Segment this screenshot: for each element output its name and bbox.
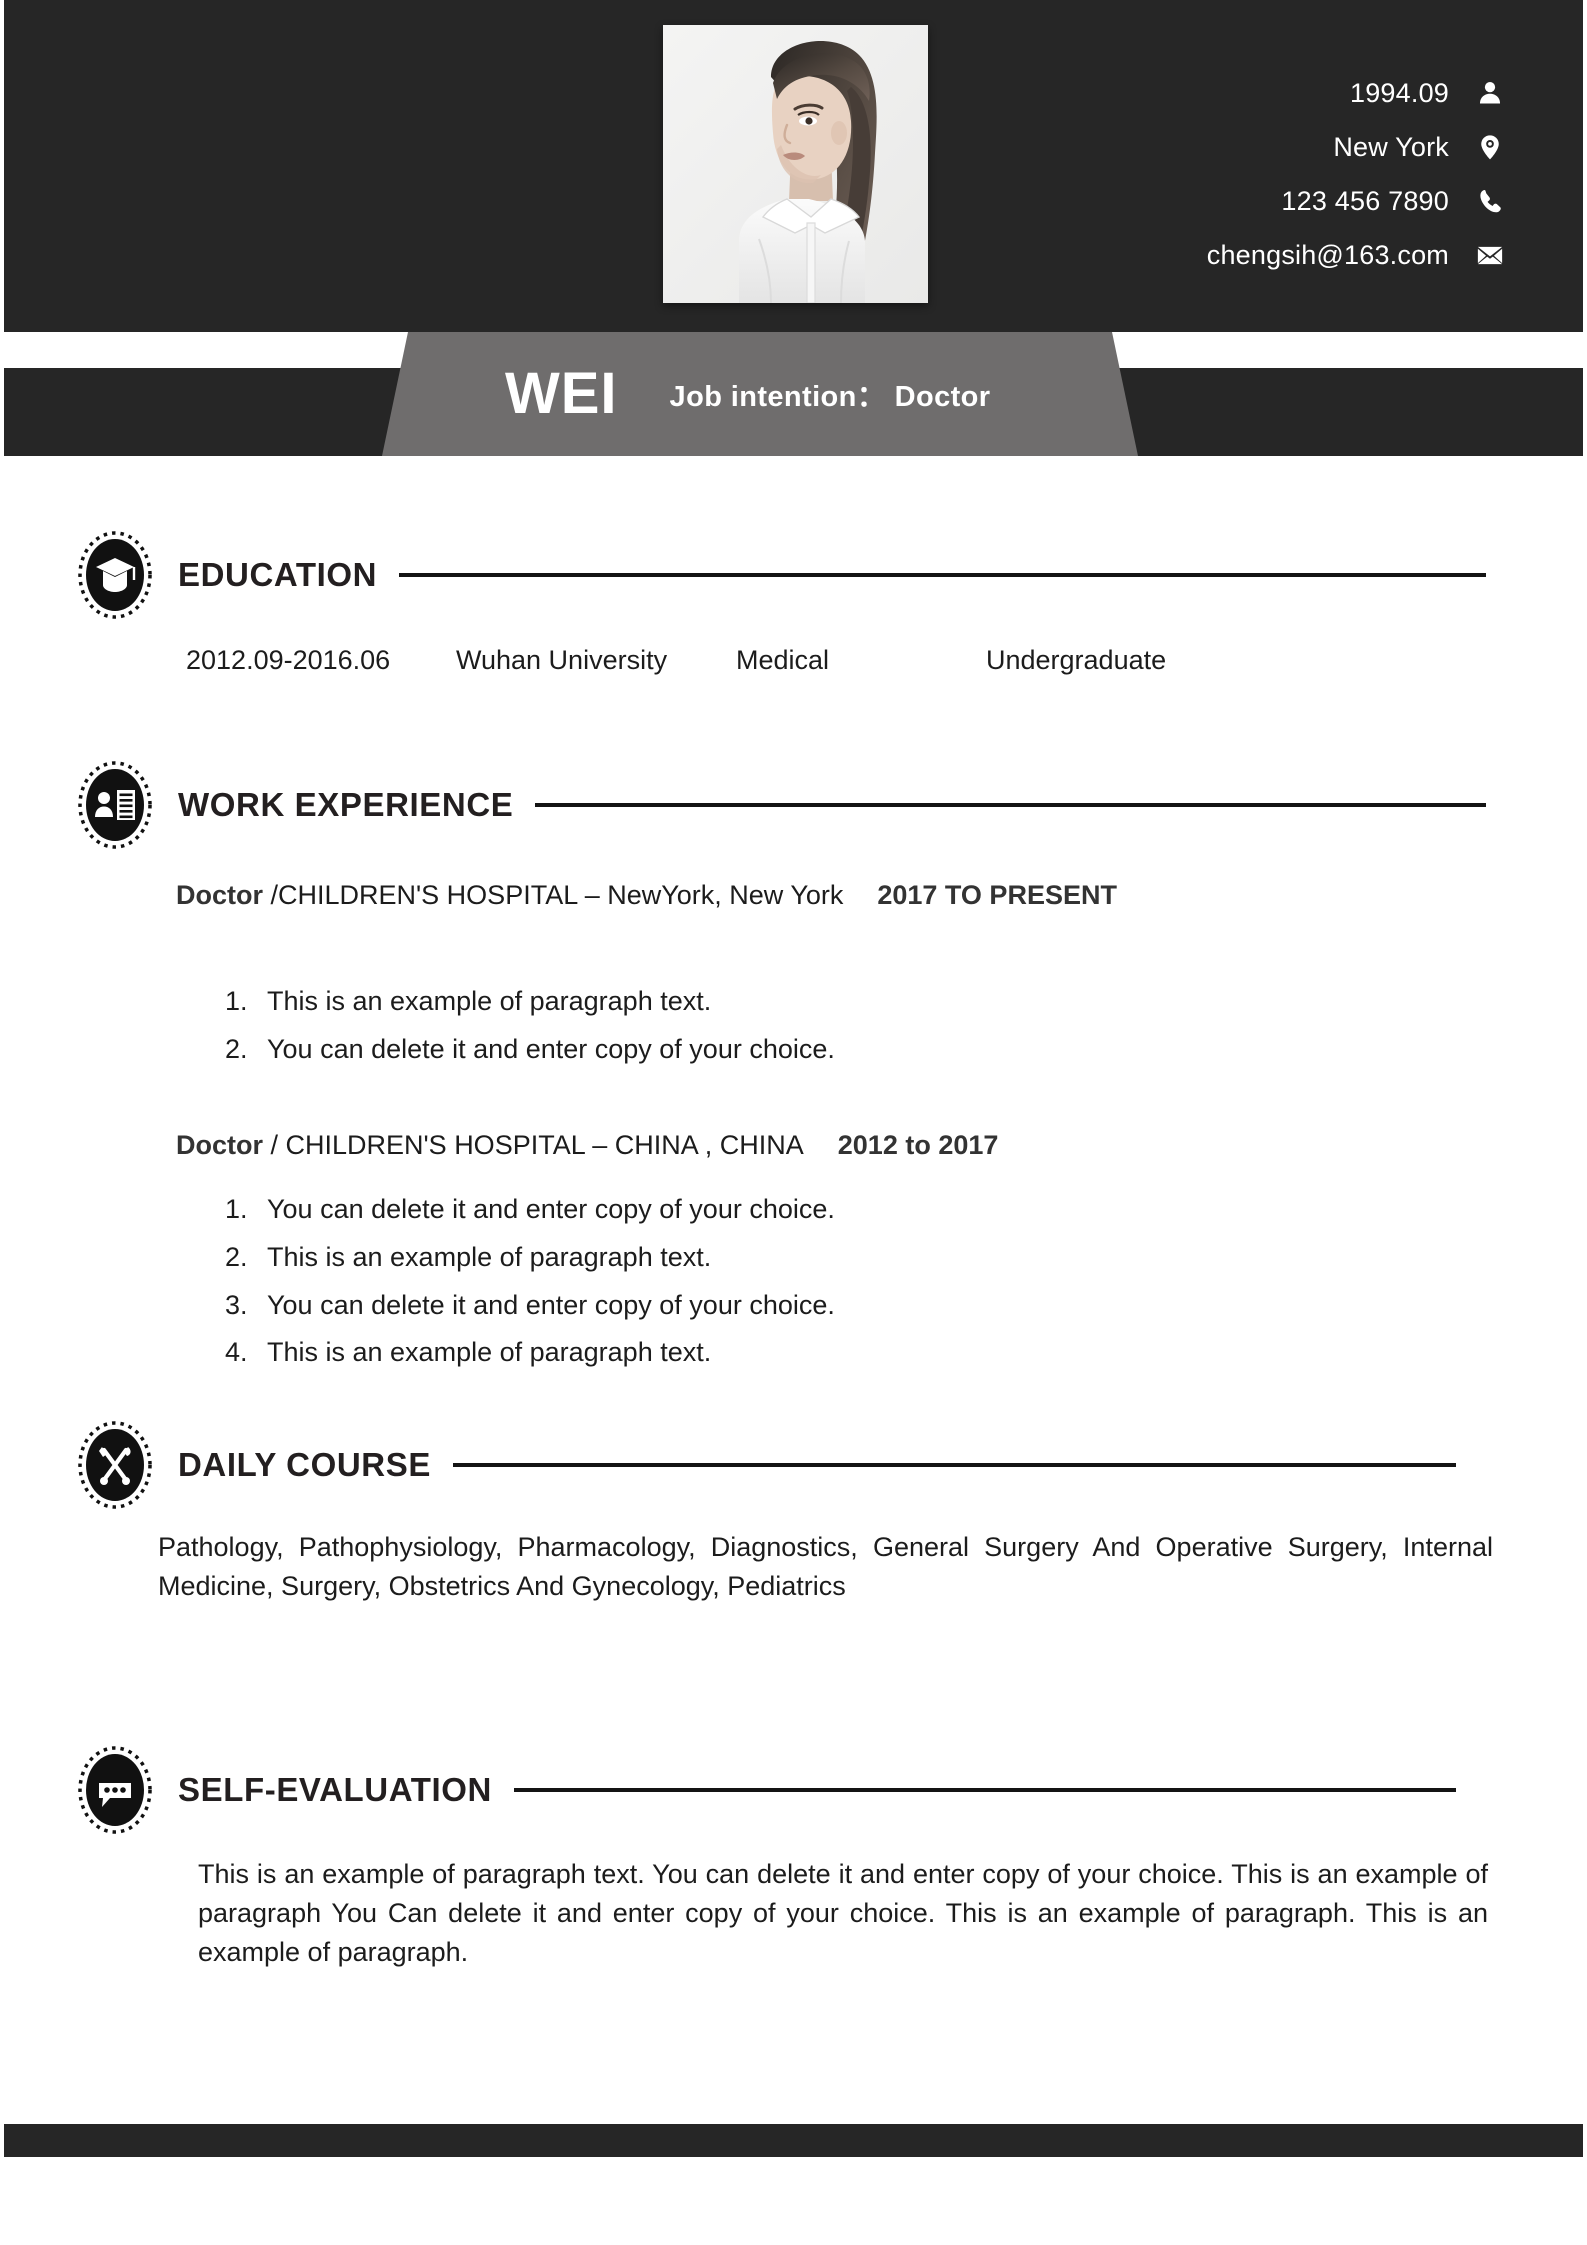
person-icon <box>1475 78 1505 108</box>
daily-course-text: Pathology, Pathophysiology, Pharmacology… <box>158 1532 1493 1602</box>
section-header-self-evaluation: SELF-EVALUATION <box>76 1745 1466 1835</box>
self-evaluation-text: This is an example of paragraph text. Yo… <box>198 1859 1488 1968</box>
contact-row-birthdate: 1994.09 <box>1085 66 1505 120</box>
profile-photo <box>663 25 928 303</box>
education-degree: Undergraduate <box>986 645 1167 675</box>
list-item: 1. This is an example of paragraph text. <box>225 985 835 1019</box>
job-bullets-2: 1. You can delete it and enter copy of y… <box>225 1193 835 1384</box>
graduation-cap-icon <box>76 530 154 620</box>
contact-row-phone: 123 456 7890 <box>1085 174 1505 228</box>
job-dates-2: 2012 to 2017 <box>837 1130 999 1160</box>
education-school: Wuhan University <box>456 645 668 675</box>
bullet-text: This is an example of paragraph text. <box>267 1337 712 1368</box>
contact-value-location: New York <box>1333 131 1449 162</box>
section-header-work-experience: WORK EXPERIENCE <box>76 760 1496 850</box>
bullet-number: 2. <box>225 1033 248 1064</box>
list-item: 1. You can delete it and enter copy of y… <box>225 1193 835 1227</box>
contact-row-email: chengsih@163.com <box>1085 228 1505 282</box>
education-dates: 2012.09-2016.06 <box>186 645 391 675</box>
job-company-2: / CHILDREN'S HOSPITAL – CHINA , CHINA <box>263 1130 804 1160</box>
name-banner: WEI Job intention： Doctor <box>382 332 1138 456</box>
section-header-daily-course: DAILY COURSE <box>76 1420 1466 1510</box>
list-item: 2. This is an example of paragraph text. <box>225 1241 835 1275</box>
list-item: 4. This is an example of paragraph text. <box>225 1336 835 1370</box>
section-rule-self-evaluation <box>513 1788 1456 1792</box>
bullet-number: 1. <box>225 1194 248 1224</box>
chat-bubble-icon <box>76 1745 154 1835</box>
resume-page: 1994.09 New York 123 456 7890 chengsih@1… <box>0 0 1587 2245</box>
section-title-daily-course: DAILY COURSE <box>178 1446 431 1483</box>
job-intention-label: Job intention： Doctor <box>669 381 991 413</box>
bullet-number: 1. <box>225 986 248 1016</box>
section-title-education: EDUCATION <box>178 556 378 593</box>
stripe-2 <box>4 0 117 203</box>
section-rule-work-experience <box>535 803 1486 807</box>
header-banner: 1994.09 New York 123 456 7890 chengsih@1… <box>4 0 1583 332</box>
bullet-text: You can delete it and enter copy of your… <box>267 1194 835 1224</box>
job-bullets-1: 1. This is an example of paragraph text.… <box>225 985 835 1081</box>
id-card-icon <box>76 760 154 850</box>
contact-row-location: New York <box>1085 120 1505 174</box>
contact-value-email: chengsih@163.com <box>1206 239 1449 270</box>
footer-bar <box>4 2124 1583 2157</box>
bullet-text: This is an example of paragraph text. <box>267 986 712 1016</box>
diagonal-stripes-decoration <box>4 0 484 332</box>
education-entry-row: 2012.09-2016.06 Wuhan University Medical… <box>186 645 1486 676</box>
bullet-text: You can delete it and enter copy of your… <box>267 1033 835 1064</box>
location-icon <box>1475 132 1505 162</box>
portrait-photo-icon <box>663 25 928 303</box>
section-title-self-evaluation: SELF-EVALUATION <box>178 1771 492 1808</box>
section-rule-daily-course <box>452 1463 1456 1467</box>
job-dates-1: 2017 TO PRESENT <box>877 880 1117 910</box>
bullet-text: This is an example of paragraph text. <box>267 1241 712 1272</box>
phone-icon <box>1475 186 1505 216</box>
job-role-1: Doctor <box>176 880 263 910</box>
job-role-2: Doctor <box>176 1130 263 1160</box>
list-item: 3. You can delete it and enter copy of y… <box>225 1289 835 1323</box>
section-rule-education <box>399 573 1486 577</box>
job-company-1: /CHILDREN'S HOSPITAL – NewYork, New York <box>263 880 844 910</box>
tools-icon <box>76 1420 154 1510</box>
section-header-education: EDUCATION <box>76 530 1496 620</box>
list-item: 2. You can delete it and enter copy of y… <box>225 1033 835 1067</box>
candidate-name: WEI <box>505 361 618 426</box>
job-header-1: Doctor /CHILDREN'S HOSPITAL – NewYork, N… <box>176 880 1117 911</box>
email-icon <box>1475 240 1505 270</box>
job-header-2: Doctor / CHILDREN'S HOSPITAL – CHINA , C… <box>176 1130 998 1161</box>
bullet-number: 4. <box>225 1337 248 1368</box>
bullet-number: 3. <box>225 1289 248 1320</box>
contact-value-birthdate: 1994.09 <box>1350 77 1449 108</box>
contact-info-list: 1994.09 New York 123 456 7890 chengsih@1… <box>1085 66 1505 282</box>
education-major: Medical <box>736 645 830 675</box>
stripe-3 <box>4 0 219 203</box>
bullet-text: You can delete it and enter copy of your… <box>267 1289 835 1320</box>
stripe-1 <box>4 0 15 203</box>
bullet-number: 2. <box>225 1241 248 1272</box>
contact-value-phone: 123 456 7890 <box>1281 185 1449 216</box>
section-title-work-experience: WORK EXPERIENCE <box>178 786 514 823</box>
